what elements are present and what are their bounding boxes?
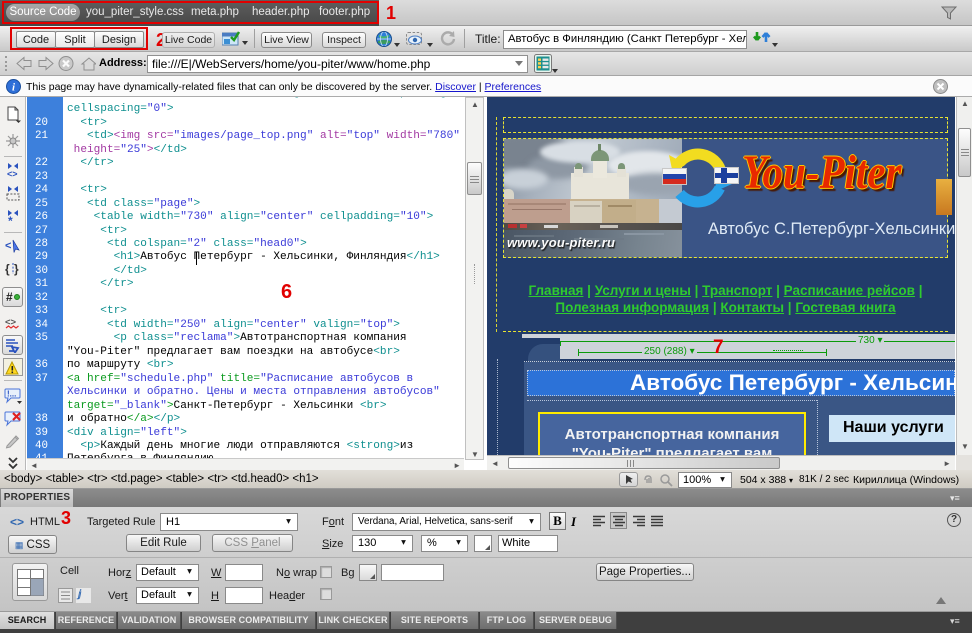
svg-text:{: {: [5, 262, 10, 276]
svg-text:!...: !...: [7, 390, 16, 399]
svg-text:<>: <>: [7, 169, 18, 179]
svg-text:}: }: [14, 262, 19, 276]
svg-text:*: *: [8, 214, 13, 226]
svg-text:<: <: [5, 240, 11, 252]
